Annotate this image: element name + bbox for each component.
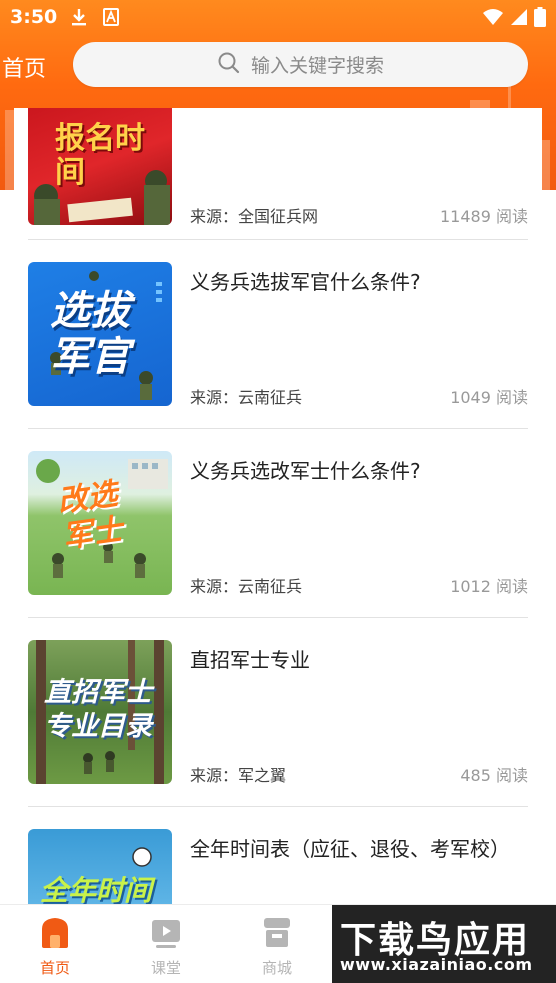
article-title: 义务兵选拔军官什么条件? bbox=[190, 270, 421, 294]
article-thumbnail: 选拔军官 bbox=[28, 262, 172, 406]
article-thumbnail: 直招军士专业目录 bbox=[28, 640, 172, 784]
article-source: 来源：云南征兵 bbox=[190, 388, 303, 407]
page-title: 首页 bbox=[2, 57, 47, 82]
tab-label: 首页 bbox=[39, 959, 70, 977]
read-count: 1012 阅读 bbox=[450, 577, 528, 596]
home-icon bbox=[39, 918, 71, 953]
search-placeholder: 输入关键字搜索 bbox=[250, 55, 384, 77]
top-bar: 首页 输入关键字搜索 bbox=[0, 40, 556, 90]
thumbnail-text: 全年时间表 bbox=[40, 874, 153, 904]
status-bar: 3:50 bbox=[0, 0, 556, 34]
list-item[interactable]: 全年时间表 全年时间表（应征、退役、考军校） bbox=[28, 806, 528, 904]
article-title: 全年时间表（应征、退役、考军校） bbox=[190, 837, 510, 861]
thumbnail-text: 报名时间 bbox=[55, 121, 145, 190]
tab-label: 商城 bbox=[261, 959, 292, 977]
search-icon bbox=[217, 51, 241, 79]
thumbnail-text: 直招军士专业目录 bbox=[44, 677, 152, 742]
list-item[interactable]: 选拔军官 义务兵选拔军官什么条件? 来源：云南征兵 1049 阅读 bbox=[28, 239, 528, 428]
watermark-url: www.xiazainiao.com bbox=[340, 955, 533, 974]
article-list: 报名时间 来源：全国征兵网 11489 阅读 选拔军官 义务兵选拔军官什么条件?… bbox=[14, 108, 542, 904]
article-thumbnail: 改选军士 bbox=[28, 451, 172, 595]
article-title: 直招军士专业 bbox=[190, 648, 310, 672]
signal-icon bbox=[510, 8, 528, 30]
thumbnail-text: 改选军士 bbox=[55, 476, 125, 556]
wifi-icon bbox=[482, 8, 504, 30]
status-time: 3:50 bbox=[10, 6, 58, 28]
list-item[interactable]: 改选军士 义务兵选改军士什么条件? 来源：云南征兵 1012 阅读 bbox=[28, 428, 528, 617]
article-thumbnail: 全年时间表 bbox=[28, 829, 172, 904]
read-count: 1049 阅读 bbox=[450, 388, 528, 407]
article-source: 来源：军之翼 bbox=[190, 766, 287, 785]
read-count: 11489 阅读 bbox=[440, 207, 528, 226]
search-input[interactable]: 输入关键字搜索 bbox=[73, 42, 528, 87]
tab-label: 课堂 bbox=[150, 959, 181, 977]
tab-shop[interactable]: 商城 bbox=[242, 915, 312, 978]
article-source: 来源：全国征兵网 bbox=[190, 207, 319, 226]
battery-icon bbox=[534, 7, 546, 31]
thumbnail-text: 选拔军官 bbox=[50, 288, 130, 380]
article-title: 义务兵选改军士什么条件? bbox=[190, 459, 421, 483]
video-icon bbox=[150, 920, 182, 953]
read-count: 485 阅读 bbox=[460, 766, 528, 785]
font-icon bbox=[102, 7, 120, 31]
article-source: 来源：云南征兵 bbox=[190, 577, 303, 596]
download-icon bbox=[70, 7, 88, 31]
tab-home[interactable]: 首页 bbox=[20, 915, 90, 978]
list-item[interactable]: 报名时间 来源：全国征兵网 11489 阅读 bbox=[28, 108, 528, 247]
shop-icon bbox=[261, 918, 293, 953]
watermark: 下载鸟应用 www.xiazainiao.com bbox=[332, 905, 556, 983]
article-thumbnail: 报名时间 bbox=[28, 108, 172, 225]
list-item[interactable]: 直招军士专业目录 直招军士专业 来源：军之翼 485 阅读 bbox=[28, 617, 528, 806]
tab-classroom[interactable]: 课堂 bbox=[131, 915, 201, 978]
